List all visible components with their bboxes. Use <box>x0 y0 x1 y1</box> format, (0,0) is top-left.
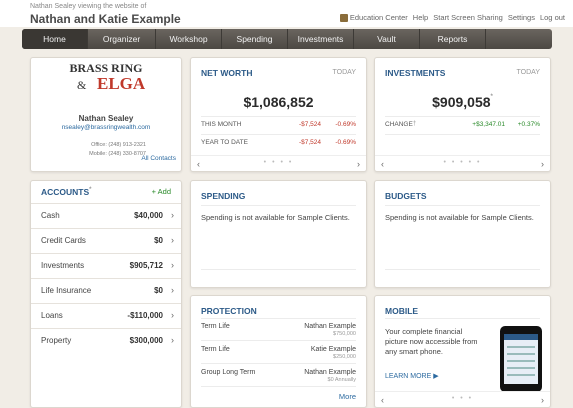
mobile-title: MOBILE <box>385 306 419 316</box>
chevron-right-icon[interactable]: › <box>541 395 544 405</box>
pager-dots: • • • • • <box>443 159 482 166</box>
accounts-card: ACCOUNTS* + Add Cash $40,000 › Credit Card… <box>30 180 182 408</box>
add-account-button[interactable]: + Add <box>152 187 171 196</box>
spending-message: Spending is not available for Sample Cli… <box>201 213 350 222</box>
main-nav: Home Organizer Workshop Spending Investm… <box>22 29 552 49</box>
chevron-right-icon: › <box>171 260 174 270</box>
net-worth-value: $1,086,852 <box>243 94 314 110</box>
chevron-right-icon: › <box>171 210 174 220</box>
net-worth-pager: ‹ • • • • › <box>191 155 366 171</box>
net-worth-card: NET WORTH TODAY $1,086,852 THIS MONTH -$… <box>190 57 367 172</box>
nav-spending[interactable]: Spending <box>222 29 288 49</box>
logout-link[interactable]: Log out <box>540 13 565 22</box>
budgets-title: BUDGETS <box>385 191 427 201</box>
chevron-right-icon: › <box>171 235 174 245</box>
book-icon <box>339 14 348 23</box>
chevron-right-icon: › <box>171 285 174 295</box>
chevron-right-icon[interactable]: › <box>357 159 360 169</box>
net-worth-row: THIS MONTH -$7,524 -0.69% <box>201 121 356 128</box>
settings-link[interactable]: Settings <box>508 13 535 22</box>
advisor-email[interactable]: nsealey@brassringwealth.com <box>31 124 181 131</box>
account-row-property[interactable]: Property $300,000 › <box>31 328 181 351</box>
account-row-loans[interactable]: Loans -$110,000 › <box>31 303 181 326</box>
investments-value: $909,058* <box>432 94 493 110</box>
advisor-card: BRASS RING & ELGA Nathan Sealey nsealey@… <box>30 57 182 172</box>
protection-card: PROTECTION Term Life Nathan Example $750,0… <box>190 295 367 408</box>
mobile-description: Your complete financial picture now acce… <box>385 327 478 356</box>
advisor-office: Office: (248) 913-2321 <box>91 142 146 148</box>
accounts-title: ACCOUNTS* <box>41 187 92 197</box>
account-row-credit-cards[interactable]: Credit Cards $0 › <box>31 228 181 251</box>
smartphone-image <box>500 326 542 392</box>
spending-title: SPENDING <box>201 191 246 201</box>
screen-sharing-link[interactable]: Start Screen Sharing <box>433 13 503 22</box>
chevron-right-icon: › <box>171 335 174 345</box>
logo-ampersand: & <box>77 78 87 92</box>
nav-investments[interactable]: Investments <box>288 29 354 49</box>
budgets-card: BUDGETS Spending is not available for Sa… <box>374 180 551 288</box>
learn-more-link[interactable]: LEARN MORE ▶ <box>385 372 439 380</box>
client-name: Nathan and Katie Example <box>30 12 181 26</box>
nav-reports[interactable]: Reports <box>420 29 486 49</box>
nav-home[interactable]: Home <box>22 29 88 49</box>
protection-title: PROTECTION <box>201 306 257 316</box>
viewing-label: Nathan Sealey viewing the website of <box>30 3 147 10</box>
net-worth-today: TODAY <box>332 69 356 76</box>
account-row-cash[interactable]: Cash $40,000 › <box>31 203 181 226</box>
mobile-pager: ‹ • • • › <box>375 391 550 407</box>
elga-logo: ELGA <box>97 74 146 93</box>
investments-title: INVESTMENTS <box>385 68 446 78</box>
pager-dots: • • • • <box>263 159 294 166</box>
investments-card: INVESTMENTS TODAY $909,058* CHANGE† +$3,… <box>374 57 551 172</box>
account-row-investments[interactable]: Investments $905,712 › <box>31 253 181 276</box>
protection-more-link[interactable]: More <box>339 392 356 401</box>
net-worth-title: NET WORTH <box>201 68 253 78</box>
investments-today: TODAY <box>516 69 540 76</box>
help-link[interactable]: Help <box>413 13 428 22</box>
nav-organizer[interactable]: Organizer <box>88 29 156 49</box>
pager-dots: • • • <box>451 395 474 402</box>
chevron-right-icon[interactable]: › <box>541 159 544 169</box>
advisor-name: Nathan Sealey <box>78 114 134 123</box>
investments-pager: ‹ • • • • • › <box>375 155 550 171</box>
nav-vault[interactable]: Vault <box>354 29 420 49</box>
chevron-right-icon: › <box>171 310 174 320</box>
investments-change-row: CHANGE† +$3,347.01 +0.37% <box>385 121 540 128</box>
nav-workshop[interactable]: Workshop <box>156 29 222 49</box>
spending-card: SPENDING Spending is not available for S… <box>190 180 367 288</box>
account-row-life-insurance[interactable]: Life Insurance $0 › <box>31 278 181 301</box>
net-worth-row: YEAR TO DATE -$7,524 -0.69% <box>201 139 356 146</box>
advisor-mobile: Mobile: (248) 330-8707 <box>89 151 146 157</box>
mobile-card: MOBILE Your complete financial picture n… <box>374 295 551 408</box>
top-links: Education Center Help Start Screen Shari… <box>339 13 565 23</box>
top-bar: Nathan Sealey viewing the website of Nat… <box>0 0 573 27</box>
budgets-message: Spending is not available for Sample Cli… <box>385 213 534 222</box>
all-contacts-link[interactable]: All Contacts <box>141 155 176 162</box>
education-center-link[interactable]: Education Center <box>339 13 408 23</box>
